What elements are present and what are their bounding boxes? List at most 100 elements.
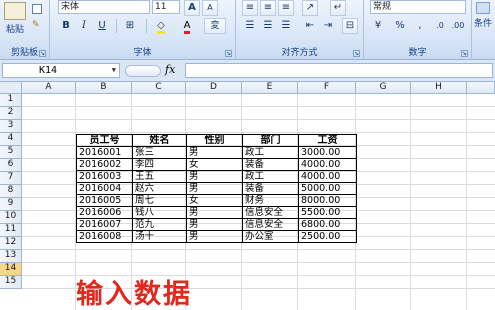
table-cell[interactable]: 5500.00 bbox=[298, 206, 357, 219]
row-header-11[interactable]: 11 bbox=[0, 224, 22, 237]
table-cell[interactable]: 王五 bbox=[132, 170, 187, 183]
table-cell[interactable]: 4000.00 bbox=[298, 158, 357, 171]
column-header-e[interactable]: E bbox=[242, 82, 298, 94]
clipboard-launcher-icon[interactable]: ↘ bbox=[39, 50, 46, 57]
table-cell[interactable]: 政工 bbox=[242, 170, 299, 183]
currency-icon[interactable]: ¥ bbox=[370, 18, 386, 34]
table-cell[interactable]: 张三 bbox=[132, 146, 187, 159]
table-cell[interactable]: 信息安全 bbox=[242, 218, 299, 231]
align-right-icon[interactable]: ☰ bbox=[278, 18, 294, 34]
align-middle-icon[interactable]: ≡ bbox=[260, 0, 276, 16]
name-box[interactable]: K14 ▼ bbox=[2, 63, 120, 78]
row-header-2[interactable]: 2 bbox=[0, 107, 22, 120]
row-header-6[interactable]: 6 bbox=[0, 159, 22, 172]
column-header-a[interactable]: A bbox=[22, 82, 76, 94]
font-color-icon[interactable]: A bbox=[176, 18, 198, 34]
table-cell[interactable]: 男 bbox=[186, 146, 243, 159]
table-cell[interactable]: 2016004 bbox=[76, 182, 133, 195]
fill-color-icon[interactable]: ◇ bbox=[150, 18, 172, 34]
table-header-cell[interactable]: 性别 bbox=[186, 134, 243, 147]
column-header-c[interactable]: C bbox=[132, 82, 186, 94]
table-cell[interactable]: 政工 bbox=[242, 146, 299, 159]
table-cell[interactable]: 信息安全 bbox=[242, 206, 299, 219]
table-cell[interactable]: 范九 bbox=[132, 218, 187, 231]
decrease-decimal-icon[interactable]: .00 bbox=[450, 18, 466, 34]
column-header-f[interactable]: F bbox=[298, 82, 356, 94]
table-cell[interactable]: 女 bbox=[186, 194, 243, 207]
align-bottom-icon[interactable]: ≡ bbox=[278, 0, 294, 16]
table-cell[interactable]: 汤十 bbox=[132, 230, 187, 243]
font-name-select[interactable]: 宋体 bbox=[58, 0, 150, 14]
row-header-13[interactable]: 13 bbox=[0, 250, 22, 263]
bold-button[interactable]: B bbox=[58, 18, 74, 34]
table-cell[interactable]: 2016005 bbox=[76, 194, 133, 207]
merge-center-icon[interactable]: ⊟ bbox=[342, 18, 358, 34]
formula-splitter-handle[interactable] bbox=[125, 65, 161, 77]
table-cell[interactable]: 2016007 bbox=[76, 218, 133, 231]
borders-icon[interactable]: ⊞ bbox=[122, 18, 138, 34]
table-cell[interactable]: 男 bbox=[186, 182, 243, 195]
table-cell[interactable]: 5000.00 bbox=[298, 182, 357, 195]
row-header-14[interactable]: 14 bbox=[0, 263, 22, 276]
row-header-9[interactable]: 9 bbox=[0, 198, 22, 211]
table-cell[interactable]: 办公室 bbox=[242, 230, 299, 243]
row-header-3[interactable]: 3 bbox=[0, 120, 22, 133]
align-left-icon[interactable]: ☰ bbox=[242, 18, 258, 34]
row-header-10[interactable]: 10 bbox=[0, 211, 22, 224]
formula-input[interactable] bbox=[185, 63, 493, 78]
column-header-partial[interactable] bbox=[467, 82, 495, 94]
table-cell[interactable]: 2500.00 bbox=[298, 230, 357, 243]
column-header-d[interactable]: D bbox=[186, 82, 242, 94]
insert-function-button[interactable]: fx bbox=[165, 63, 175, 76]
table-header-cell[interactable]: 工资 bbox=[298, 134, 357, 147]
table-cell[interactable]: 2016002 bbox=[76, 158, 133, 171]
table-cell[interactable]: 2016003 bbox=[76, 170, 133, 183]
table-cell[interactable]: 2016001 bbox=[76, 146, 133, 159]
table-cell[interactable]: 8000.00 bbox=[298, 194, 357, 207]
orientation-icon[interactable]: ↗ bbox=[302, 0, 318, 16]
font-size-select[interactable]: 11 bbox=[152, 0, 180, 14]
table-cell[interactable]: 男 bbox=[186, 206, 243, 219]
table-cell[interactable]: 李四 bbox=[132, 158, 187, 171]
row-header-15[interactable]: 15 bbox=[0, 276, 22, 289]
number-format-select[interactable]: 常规 bbox=[370, 0, 466, 14]
table-header-cell[interactable]: 姓名 bbox=[132, 134, 187, 147]
phonetic-button[interactable]: 変 bbox=[204, 18, 226, 34]
number-launcher-icon[interactable]: ↘ bbox=[461, 50, 468, 57]
format-painter-icon[interactable]: ✎ bbox=[32, 20, 42, 30]
table-cell[interactable]: 3000.00 bbox=[298, 146, 357, 159]
shrink-font-button[interactable]: A bbox=[202, 0, 218, 16]
decrease-indent-icon[interactable]: ⇤ bbox=[302, 18, 318, 34]
conditional-format-label[interactable]: 条件 bbox=[474, 16, 492, 29]
table-cell[interactable]: 赵六 bbox=[132, 182, 187, 195]
align-center-icon[interactable]: ☰ bbox=[260, 18, 276, 34]
align-top-icon[interactable]: ≡ bbox=[242, 0, 258, 16]
increase-indent-icon[interactable]: ⇥ bbox=[320, 18, 336, 34]
column-header-g[interactable]: G bbox=[356, 82, 411, 94]
table-cell[interactable]: 装备 bbox=[242, 158, 299, 171]
table-header-cell[interactable]: 员工号 bbox=[76, 134, 133, 147]
percent-button[interactable]: % bbox=[392, 18, 408, 34]
row-header-5[interactable]: 5 bbox=[0, 146, 22, 159]
font-launcher-icon[interactable]: ↘ bbox=[225, 50, 232, 57]
row-header-1[interactable]: 1 bbox=[0, 94, 22, 107]
row-header-7[interactable]: 7 bbox=[0, 172, 22, 185]
paste-button-label[interactable]: 粘贴 bbox=[6, 22, 24, 35]
table-cell[interactable]: 财务 bbox=[242, 194, 299, 207]
table-cell[interactable]: 男 bbox=[186, 218, 243, 231]
underline-button[interactable]: U bbox=[94, 18, 110, 34]
table-cell[interactable]: 男 bbox=[186, 170, 243, 183]
table-cell[interactable]: 2016006 bbox=[76, 206, 133, 219]
column-header-h[interactable]: H bbox=[411, 82, 467, 94]
table-cell[interactable]: 女 bbox=[186, 158, 243, 171]
row-header-8[interactable]: 8 bbox=[0, 185, 22, 198]
table-cell[interactable]: 6800.00 bbox=[298, 218, 357, 231]
comma-button[interactable]: , bbox=[412, 18, 428, 34]
table-cell[interactable]: 2016008 bbox=[76, 230, 133, 243]
conditional-format-icon[interactable] bbox=[476, 2, 490, 14]
column-header-b[interactable]: B bbox=[76, 82, 132, 94]
table-cell[interactable]: 4000.00 bbox=[298, 170, 357, 183]
grow-font-button[interactable]: A bbox=[184, 0, 200, 16]
table-cell[interactable]: 周七 bbox=[132, 194, 187, 207]
row-header-12[interactable]: 12 bbox=[0, 237, 22, 250]
